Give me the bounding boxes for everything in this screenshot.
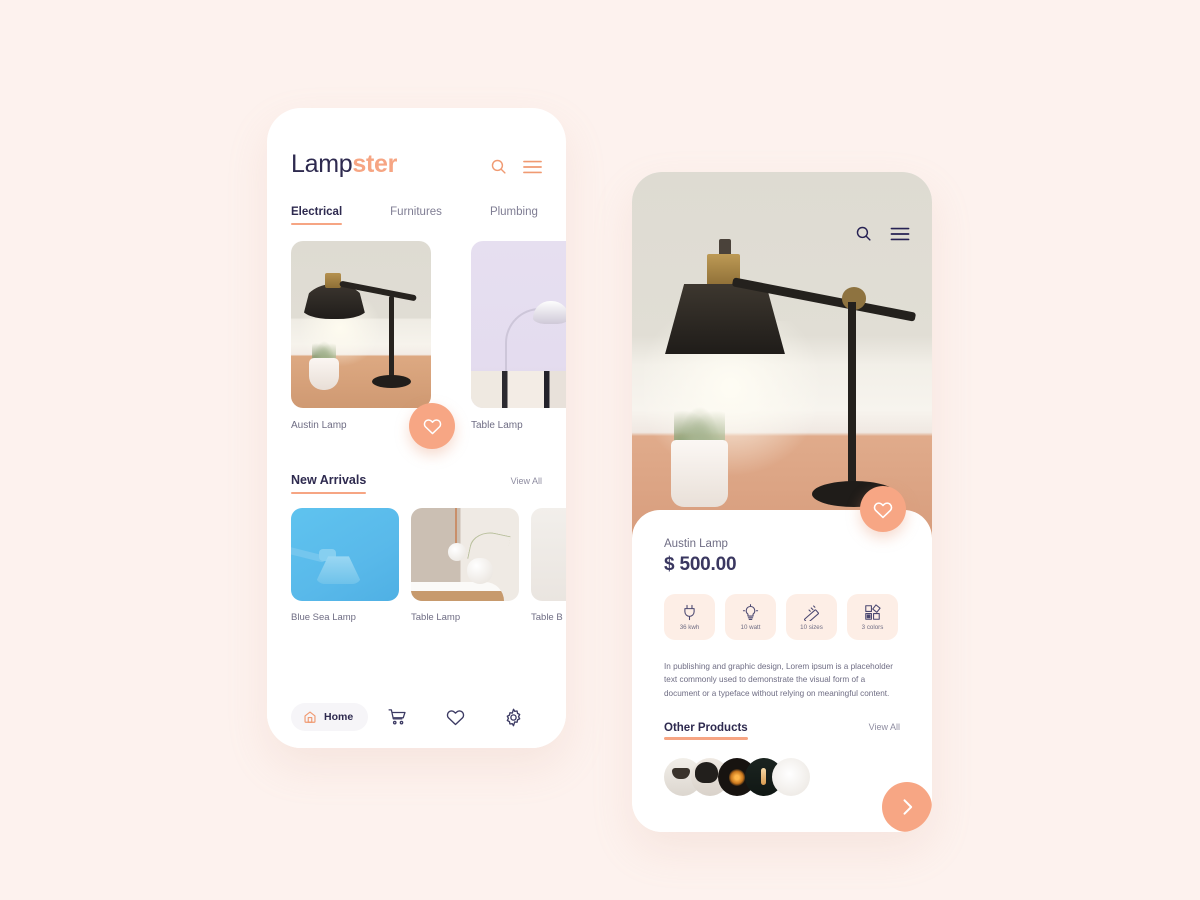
product-price: $ 500.00 xyxy=(664,554,737,575)
other-products-header: Other Products View All xyxy=(664,722,900,740)
product-image xyxy=(471,241,566,408)
product-card[interactable]: Table Lamp xyxy=(471,241,566,431)
bottom-navigation: Home xyxy=(267,686,566,748)
product-detail-sheet: Austin Lamp $ 500.00 36 kwh 10 watt 10 s… xyxy=(632,486,932,832)
product-name: Table B xyxy=(531,612,563,623)
heart-icon xyxy=(423,419,441,435)
plug-icon xyxy=(684,604,695,620)
spec-chip-power[interactable]: 36 kwh xyxy=(664,594,715,640)
product-specs: 36 kwh 10 watt 10 sizes 3 colors xyxy=(664,594,900,640)
spec-chip-sizes[interactable]: 10 sizes xyxy=(786,594,837,640)
spec-label: 36 kwh xyxy=(679,623,700,631)
product-name: Austin Lamp xyxy=(664,538,728,550)
list-item[interactable]: Table B xyxy=(531,508,566,623)
section-title: New Arrivals xyxy=(291,473,367,494)
heart-icon xyxy=(873,501,893,518)
product-image xyxy=(411,508,519,601)
chevron-right-icon xyxy=(903,799,913,815)
gear-icon xyxy=(506,708,520,726)
nav-item-home[interactable]: Home xyxy=(291,703,369,731)
section-title: Other Products xyxy=(664,722,748,740)
tab-plumbing[interactable]: Plumbing xyxy=(490,206,538,225)
home-icon xyxy=(304,711,316,723)
product-card[interactable]: Austin Lamp xyxy=(291,241,455,449)
tab-electrical[interactable]: Electrical xyxy=(291,206,343,225)
bulb-icon xyxy=(742,603,759,620)
app-mockup-canvas: Lampster Electrical Furnitures Plumbing … xyxy=(0,0,1200,900)
nav-item-label: Home xyxy=(324,711,354,723)
list-item[interactable]: Table Lamp xyxy=(411,508,519,623)
menu-icon[interactable] xyxy=(523,160,542,179)
view-all-link[interactable]: View All xyxy=(511,476,542,494)
swatch-icon xyxy=(865,603,881,620)
other-products-thumbnails[interactable] xyxy=(664,757,900,796)
menu-icon[interactable] xyxy=(890,227,910,246)
tab-furnitures[interactable]: Furnitures xyxy=(390,206,442,225)
new-arrivals-header: New Arrivals View All xyxy=(291,473,542,494)
nav-item-cart[interactable] xyxy=(368,708,426,726)
spec-label: 10 watt xyxy=(740,623,761,631)
nav-item-favorites[interactable] xyxy=(426,708,484,726)
app-logo: Lampster xyxy=(291,152,397,177)
phone-detail-screen: Austin Lamp $ 500.00 36 kwh 10 watt 10 s… xyxy=(632,172,932,832)
spec-chip-colors[interactable]: 3 colors xyxy=(847,594,898,640)
product-description: In publishing and graphic design, Lorem … xyxy=(664,662,893,698)
view-all-link[interactable]: View All xyxy=(869,722,900,740)
product-image xyxy=(531,508,566,601)
search-icon[interactable] xyxy=(490,158,507,180)
product-name: Table Lamp xyxy=(411,612,461,623)
next-button[interactable] xyxy=(882,782,932,832)
favorite-button[interactable] xyxy=(860,486,906,532)
spec-label: 3 colors xyxy=(861,623,884,631)
category-tabs: Electrical Furnitures Plumbing xyxy=(291,206,542,225)
cart-icon xyxy=(388,709,406,725)
search-icon[interactable] xyxy=(855,225,872,247)
product-name: Blue Sea Lamp xyxy=(291,612,356,623)
list-item[interactable]: Blue Sea Lamp xyxy=(291,508,399,623)
home-header: Lampster Electrical Furnitures Plumbing xyxy=(267,108,566,225)
ruler-icon xyxy=(804,604,819,621)
new-arrivals-rail[interactable]: Blue Sea Lamp Table Lamp Table B xyxy=(267,508,566,623)
thumbnail[interactable] xyxy=(772,757,810,796)
detail-header-icons xyxy=(855,225,910,247)
product-name: Table Lamp xyxy=(471,420,523,431)
favorite-button[interactable] xyxy=(409,403,455,449)
logo-primary: Lamp xyxy=(291,150,353,178)
heart-icon xyxy=(446,710,464,726)
phone-home-screen: Lampster Electrical Furnitures Plumbing … xyxy=(267,108,566,748)
product-image xyxy=(291,508,399,601)
spec-chip-wattage[interactable]: 10 watt xyxy=(725,594,776,640)
spec-label: 10 sizes xyxy=(800,623,823,631)
nav-item-settings[interactable] xyxy=(484,708,542,727)
product-image xyxy=(291,241,431,408)
featured-products-rail[interactable]: Austin Lamp Table Lamp xyxy=(267,241,566,449)
logo-accent: ster xyxy=(352,150,398,178)
